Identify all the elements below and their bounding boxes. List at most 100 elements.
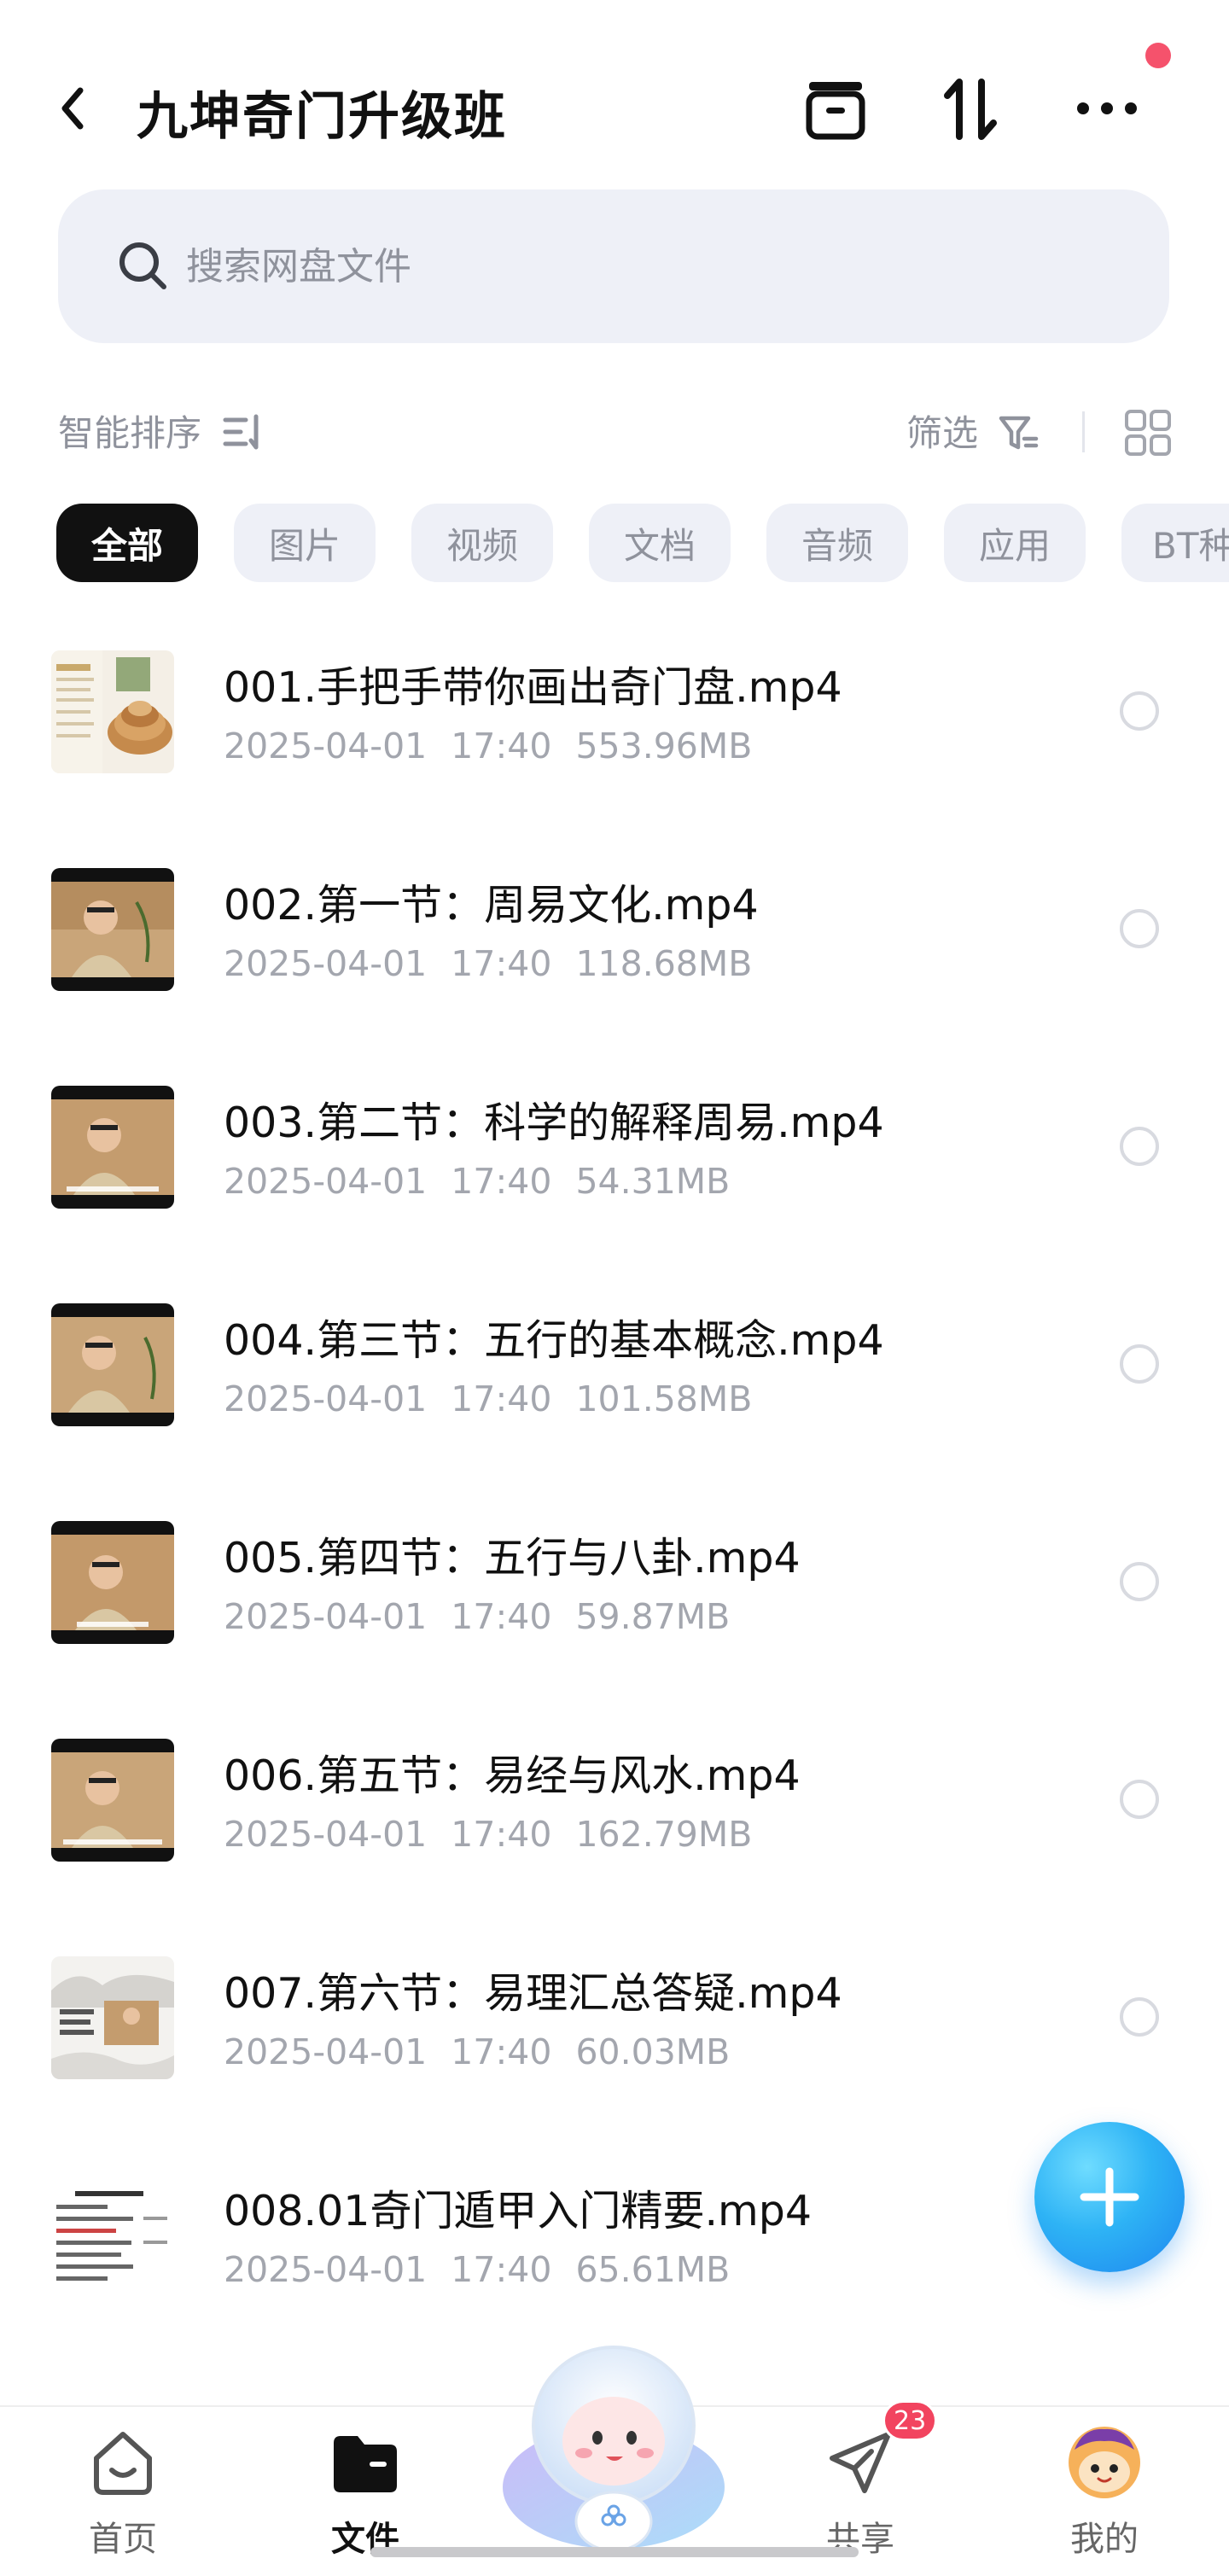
file-name: 004.第三节：五行的基本概念.mp4 xyxy=(224,1316,884,1365)
file-row[interactable]: 006.第五节：易经与风水.mp4 2025-04-01 17:40 162.79M… xyxy=(0,1703,1229,1920)
home-indicator xyxy=(370,2547,859,2557)
file-time: 17:40 xyxy=(451,1378,552,1419)
search-icon xyxy=(114,237,172,295)
file-size: 162.79MB xyxy=(575,1814,753,1855)
file-name: 005.第四节：五行与八卦.mp4 xyxy=(224,1534,801,1582)
tab-videos[interactable]: 视频 xyxy=(411,504,553,582)
file-date: 2025-04-01 xyxy=(224,2249,428,2290)
nav-home[interactable]: 首页 xyxy=(46,2424,200,2576)
transfer-list-icon[interactable] xyxy=(797,70,874,147)
file-row[interactable]: 007.第六节：易理汇总答疑.mp4 2025-04-01 17:40 60.03M… xyxy=(0,1920,1229,2138)
file-time: 17:40 xyxy=(451,1161,552,1202)
folder-icon xyxy=(327,2424,404,2501)
select-radio[interactable] xyxy=(1120,1562,1159,1601)
plus-icon xyxy=(1080,2167,1139,2227)
tab-apps[interactable]: 应用 xyxy=(944,504,1086,582)
file-row[interactable]: 002.第一节：周易文化.mp4 2025-04-01 17:40 118.68MB xyxy=(0,832,1229,1050)
grid-view-icon[interactable] xyxy=(1123,408,1173,458)
file-meta: 2025-04-01 17:40 118.68MB xyxy=(224,943,776,984)
notification-dot xyxy=(1145,43,1171,68)
file-date: 2025-04-01 xyxy=(224,726,428,766)
file-meta: 2025-04-01 17:40 59.87MB xyxy=(224,1596,754,1637)
file-name: 008.01奇门遁甲入门精要.mp4 xyxy=(224,2187,813,2235)
filter-icon[interactable] xyxy=(997,411,1041,456)
file-meta: 2025-04-01 17:40 65.61MB xyxy=(224,2249,754,2290)
search-bar[interactable] xyxy=(58,189,1169,343)
file-name: 006.第五节：易经与风水.mp4 xyxy=(224,1751,801,1800)
mascot-button[interactable] xyxy=(498,2337,729,2561)
sort-arrows-icon[interactable] xyxy=(932,70,1009,147)
category-tabs: 全部 图片 视频 文档 音频 应用 BT种 xyxy=(0,504,1229,586)
video-thumbnail xyxy=(51,1303,174,1426)
file-meta: 2025-04-01 17:40 162.79MB xyxy=(224,1814,776,1855)
file-date: 2025-04-01 xyxy=(224,1596,428,1637)
file-row[interactable]: 003.第二节：科学的解释周易.mp4 2025-04-01 17:40 54.31… xyxy=(0,1050,1229,1268)
file-name: 001.手把手带你画出奇门盘.mp4 xyxy=(224,663,842,712)
file-row[interactable]: 004.第三节：五行的基本概念.mp4 2025-04-01 17:40 101.5… xyxy=(0,1268,1229,1485)
sort-filter-row: 智能排序 筛选 xyxy=(0,393,1229,469)
search-input[interactable] xyxy=(186,229,1125,304)
file-time: 17:40 xyxy=(451,943,552,984)
add-fab-button[interactable] xyxy=(1034,2122,1185,2272)
file-name: 003.第二节：科学的解释周易.mp4 xyxy=(224,1099,884,1147)
file-size: 118.68MB xyxy=(575,943,753,984)
file-date: 2025-04-01 xyxy=(224,943,428,984)
file-time: 17:40 xyxy=(451,2031,552,2072)
nav-mine-label: 我的 xyxy=(1070,2520,1139,2559)
home-icon xyxy=(84,2424,161,2501)
file-size: 59.87MB xyxy=(575,1596,731,1637)
file-size: 60.03MB xyxy=(575,2031,731,2072)
file-row[interactable]: 001.手把手带你画出奇门盘.mp4 2025-04-01 17:40 553.96… xyxy=(0,615,1229,832)
file-meta: 2025-04-01 17:40 553.96MB xyxy=(224,726,776,766)
video-thumbnail xyxy=(51,1956,174,2079)
video-thumbnail xyxy=(51,2174,174,2297)
video-thumbnail xyxy=(51,1739,174,1862)
nav-home-label: 首页 xyxy=(89,2520,157,2559)
tab-images[interactable]: 图片 xyxy=(234,504,376,582)
select-radio[interactable] xyxy=(1120,1344,1159,1384)
video-thumbnail xyxy=(51,1521,174,1644)
avatar-icon xyxy=(1066,2424,1143,2501)
video-thumbnail xyxy=(51,1086,174,1209)
select-radio[interactable] xyxy=(1120,1780,1159,1819)
video-thumbnail xyxy=(51,868,174,991)
filter-label[interactable]: 筛选 xyxy=(906,405,978,457)
nav-mine[interactable]: 我的 xyxy=(1028,2424,1181,2576)
video-thumbnail xyxy=(51,650,174,773)
file-date: 2025-04-01 xyxy=(224,1161,428,1202)
top-bar: 九坤奇门升级班 xyxy=(0,0,1229,188)
file-name: 007.第六节：易理汇总答疑.mp4 xyxy=(224,1969,842,2018)
back-icon[interactable] xyxy=(50,79,101,138)
file-time: 17:40 xyxy=(451,1814,552,1855)
share-badge: 23 xyxy=(882,2400,938,2441)
select-radio[interactable] xyxy=(1120,1127,1159,1166)
file-size: 553.96MB xyxy=(575,726,753,766)
file-date: 2025-04-01 xyxy=(224,1378,428,1419)
file-time: 17:40 xyxy=(451,1596,552,1637)
tab-documents[interactable]: 文档 xyxy=(589,504,731,582)
file-size: 101.58MB xyxy=(575,1378,753,1419)
file-size: 54.31MB xyxy=(575,1161,731,1202)
select-radio[interactable] xyxy=(1120,909,1159,948)
divider xyxy=(1082,411,1085,452)
page-title: 九坤奇门升级班 xyxy=(137,87,507,147)
file-meta: 2025-04-01 17:40 54.31MB xyxy=(224,1161,754,1202)
sort-label[interactable]: 智能排序 xyxy=(58,405,201,457)
file-size: 65.61MB xyxy=(575,2249,731,2290)
select-radio[interactable] xyxy=(1120,1997,1159,2037)
file-date: 2025-04-01 xyxy=(224,2031,428,2072)
more-icon[interactable] xyxy=(1069,70,1145,147)
sort-order-icon[interactable] xyxy=(220,410,265,454)
file-meta: 2025-04-01 17:40 101.58MB xyxy=(224,1378,776,1419)
select-radio[interactable] xyxy=(1120,691,1159,731)
file-row[interactable]: 005.第四节：五行与八卦.mp4 2025-04-01 17:40 59.87MB xyxy=(0,1485,1229,1703)
tab-bt[interactable]: BT种 xyxy=(1121,504,1229,582)
file-time: 17:40 xyxy=(451,2249,552,2290)
tab-all[interactable]: 全部 xyxy=(56,504,198,582)
file-name: 002.第一节：周易文化.mp4 xyxy=(224,881,759,930)
paper-plane-icon xyxy=(822,2424,899,2501)
file-time: 17:40 xyxy=(451,726,552,766)
file-date: 2025-04-01 xyxy=(224,1814,428,1855)
file-meta: 2025-04-01 17:40 60.03MB xyxy=(224,2031,754,2072)
tab-audio[interactable]: 音频 xyxy=(766,504,908,582)
